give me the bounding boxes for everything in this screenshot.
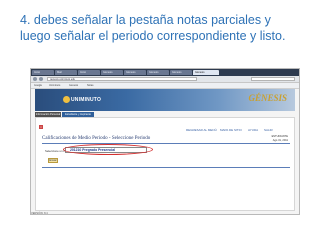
browser-tab[interactable]: Génesis	[170, 70, 192, 75]
logo-text: UNIMINUTO	[71, 97, 102, 103]
browser-tab[interactable]: Inicio	[78, 70, 100, 75]
browser-tab[interactable]: Mail	[55, 70, 77, 75]
bookmark-item[interactable]: Notas	[87, 83, 94, 88]
title-divider	[42, 143, 290, 144]
search-input[interactable]	[251, 77, 295, 81]
bookmark-item[interactable]: Uniminuto	[49, 83, 60, 88]
back-icon[interactable]	[33, 77, 37, 81]
browser-tab-strip: Inicio Mail Inicio Génesis Génesis Génes…	[31, 69, 299, 76]
browser-tab[interactable]: Génesis	[124, 70, 146, 75]
address-bar: genesis.uniminuto.edu	[31, 76, 299, 83]
browser-tab[interactable]: Génesis	[101, 70, 123, 75]
site-banner: UNIMINUTO GÉNESIS	[35, 89, 295, 111]
browser-tab[interactable]: Génesis	[147, 70, 169, 75]
browser-tab[interactable]: Inicio	[32, 70, 54, 75]
url-input[interactable]: genesis.uniminuto.edu	[47, 77, 197, 81]
instruction-caption: 4. debes señalar la pestaña notas parcia…	[20, 12, 310, 44]
red-highlight-circle	[63, 144, 153, 155]
page-title: Calificaciones de Medio Periodo - Selecc…	[42, 136, 151, 141]
browser-screenshot: Inicio Mail Inicio Génesis Génesis Génes…	[30, 68, 300, 215]
menu-regresar[interactable]: REGRESAR AL MENÚ	[186, 128, 217, 132]
menu-mapa-sitio[interactable]: MAPA DE SITIO	[220, 128, 242, 132]
forward-icon[interactable]	[39, 77, 43, 81]
logo-mark-icon	[63, 96, 70, 103]
bookmark-item[interactable]: Génesis	[69, 83, 78, 88]
version-footer: VERSIÓN: 8.4	[31, 212, 48, 215]
submit-button[interactable]: Enviar	[48, 158, 58, 163]
bottom-divider	[42, 167, 290, 168]
browser-tab-active[interactable]: Génesis	[193, 70, 219, 75]
caption-line-1: 4. debes señalar la pestaña notas parcia…	[20, 13, 271, 27]
uniminuto-logo: UNIMINUTO	[63, 95, 113, 105]
main-content: × REGRESAR AL MENÚ MAPA DE SITIO AYUDA S…	[35, 117, 295, 211]
menu-salir[interactable]: SALIR	[264, 128, 273, 132]
user-info: ESTUDIANTE Ago 31, 2011	[272, 135, 288, 142]
caption-line-2: luego señalar el periodo correspondiente…	[20, 29, 286, 43]
close-icon[interactable]: ×	[39, 125, 43, 129]
genesis-brand: GÉNESIS	[248, 93, 287, 103]
menu-ayuda[interactable]: AYUDA	[248, 128, 258, 132]
bookmark-item[interactable]: Google	[34, 83, 42, 88]
user-info-line-2: Ago 31, 2011	[272, 138, 288, 142]
